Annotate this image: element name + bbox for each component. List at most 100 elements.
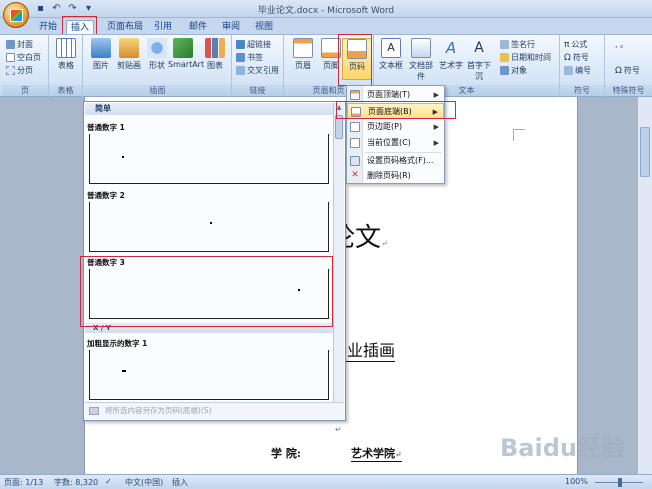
special-symbol-button[interactable]: Ω 符号	[615, 65, 640, 76]
numbering-button[interactable]: 编号	[564, 65, 591, 76]
smartart-button[interactable]: SmartArt	[168, 38, 204, 69]
signature-line-icon	[500, 40, 509, 49]
hyperlink-button[interactable]: 超链接	[236, 39, 271, 50]
special-group-label: 特殊符号	[605, 85, 652, 96]
zoom-slider-knob[interactable]	[618, 478, 622, 487]
submenu-arrow-icon: ▶	[433, 139, 439, 147]
menu-item-format-page-numbers[interactable]: 设置页码格式(F)...	[347, 153, 444, 169]
quick-parts-icon	[411, 38, 431, 58]
table-group: 表格 表格	[49, 35, 83, 97]
textbox-icon: A	[381, 38, 401, 58]
status-bar: 页面: 1/13 字数: 8,320 ✓ 中文(中国) 插入 100%	[0, 474, 652, 489]
page-break-icon	[6, 66, 15, 75]
tab-view[interactable]: 视图	[251, 20, 277, 35]
gallery-item-bold-number-1[interactable]	[89, 350, 329, 400]
status-mode[interactable]: 插入	[172, 477, 188, 488]
special-symbol-palette[interactable]: , 。	[615, 39, 628, 50]
page-group: 封面 空白页 分页 页	[2, 35, 49, 97]
header-button[interactable]: 页眉	[288, 38, 318, 71]
tab-page-layout[interactable]: 页面布局	[103, 20, 147, 35]
top-of-page-icon	[350, 90, 360, 100]
submenu-arrow-icon: ▶	[433, 91, 439, 99]
scroll-up-icon[interactable]: ▲	[335, 105, 343, 111]
tab-mailings[interactable]: 邮件	[185, 20, 211, 35]
symbol-button[interactable]: Ω 符号	[564, 52, 589, 63]
cover-page-button[interactable]: 封面	[6, 39, 33, 50]
date-time-icon	[500, 53, 509, 62]
page-number-dot	[122, 370, 126, 372]
menu-item-remove-page-numbers[interactable]: ✕ 删除页码(R)	[347, 168, 444, 184]
quick-parts-button[interactable]: 文档部件	[406, 38, 436, 82]
window-title: 毕业论文.docx - Microsoft Word	[257, 6, 395, 16]
hyperlink-icon	[236, 40, 245, 49]
office-logo-icon	[9, 8, 23, 22]
page-break-button[interactable]: 分页	[6, 65, 33, 76]
cross-reference-button[interactable]: 交叉引用	[236, 65, 279, 76]
college-value: 艺术学院↵	[351, 447, 402, 462]
illustration-group: 图片 剪贴画 形状 SmartArt 图表 插图	[84, 35, 232, 97]
bookmark-icon	[236, 53, 245, 62]
cover-page-icon	[6, 40, 15, 49]
special-omega-icon: Ω	[615, 65, 622, 76]
textbox-button[interactable]: A 文本框	[376, 38, 406, 71]
tab-references[interactable]: 引用	[150, 20, 176, 35]
clipart-button[interactable]: 剪贴画	[114, 38, 144, 71]
menu-item-current-position[interactable]: 当前位置(C) ▶	[347, 135, 444, 151]
page-group-label: 页	[2, 85, 48, 96]
table-group-label: 表格	[49, 85, 82, 96]
gallery-item-plain-number-2[interactable]	[89, 202, 329, 252]
smartart-icon	[173, 38, 193, 58]
vertical-scrollbar[interactable]	[637, 97, 652, 474]
ribbon: 封面 空白页 分页 页 表格 表格 图片 剪贴画 形状 SmartArt 图表 …	[0, 34, 652, 97]
status-language[interactable]: 中文(中国)	[125, 477, 163, 488]
object-button[interactable]: 对象	[500, 65, 527, 76]
page-number-button[interactable]: 页码	[342, 38, 372, 80]
page-number-gallery: 简单 ▲ 普通数字 1 普通数字 2 普通数字 3 X / Y 加粗显示的数字 …	[83, 101, 346, 421]
dropcap-button[interactable]: A 首字下沉	[464, 38, 494, 82]
gallery-scroll-thumb[interactable]	[335, 115, 343, 139]
status-words[interactable]: 字数: 8,320	[54, 477, 98, 488]
chart-button[interactable]: 图表	[200, 38, 230, 71]
date-time-button[interactable]: 日期和时间	[500, 52, 551, 63]
baidu-watermark: Baidu经验	[500, 434, 625, 462]
wordart-button[interactable]: A 艺术字	[436, 38, 466, 71]
signature-line-button[interactable]: 签名行	[500, 39, 535, 50]
tab-review[interactable]: 审阅	[218, 20, 244, 35]
scrollbar-thumb[interactable]	[640, 127, 650, 177]
status-zoom[interactable]: 100%	[565, 477, 588, 486]
link-group-label: 链接	[232, 85, 283, 96]
title-bar: ▪ ↶ ↷ ▾ 毕业论文.docx - Microsoft Word	[0, 0, 652, 18]
current-position-icon	[350, 138, 360, 148]
bookmark-button[interactable]: 书签	[236, 52, 263, 63]
illustration-group-label: 插图	[84, 85, 231, 96]
gallery-item-plain-number-1[interactable]	[89, 134, 329, 184]
ribbon-tabs: 开始 插入 页面布局 引用 邮件 审阅 视图	[0, 18, 652, 35]
chart-icon	[205, 38, 225, 58]
bottom-of-page-icon	[351, 107, 361, 117]
tab-home[interactable]: 开始	[35, 20, 61, 35]
page-number-dot	[122, 156, 124, 158]
gallery-scrollbar[interactable]: ▲	[333, 103, 344, 403]
save-selection-as-page-number[interactable]: 将所选内容另存为页码(底端)(S)	[85, 402, 344, 419]
gallery-item-label-1: 普通数字 1	[87, 123, 125, 132]
picture-button[interactable]: 图片	[86, 38, 116, 71]
proofing-icon[interactable]: ✓	[105, 477, 112, 486]
status-page[interactable]: 页面: 1/13	[4, 477, 43, 488]
tab-insert[interactable]: 插入	[66, 20, 95, 35]
page-number-icon	[347, 39, 367, 59]
equation-button[interactable]: π 公式	[564, 39, 587, 50]
gallery-item-label-4: 加粗显示的数字 1	[87, 339, 148, 348]
office-button[interactable]	[3, 2, 29, 28]
blank-page-button[interactable]: 空白页	[6, 52, 41, 63]
paragraph-mark: ↵	[335, 425, 342, 434]
link-group: 超链接 书签 交叉引用 链接	[232, 35, 284, 97]
menu-item-bottom-of-page[interactable]: 页面底端(B) ▶	[347, 103, 444, 119]
numbering-icon	[564, 66, 573, 75]
table-button[interactable]: 表格	[51, 38, 81, 71]
gallery-item-label-2: 普通数字 2	[87, 191, 125, 200]
gallery-header-simple: 简单	[85, 103, 333, 115]
cross-reference-icon	[236, 66, 245, 75]
menu-item-top-of-page[interactable]: 页面顶端(T) ▶	[347, 87, 444, 103]
gallery-item-plain-number-3[interactable]	[89, 269, 329, 319]
menu-item-page-margins[interactable]: 页边距(P) ▶	[347, 119, 444, 135]
